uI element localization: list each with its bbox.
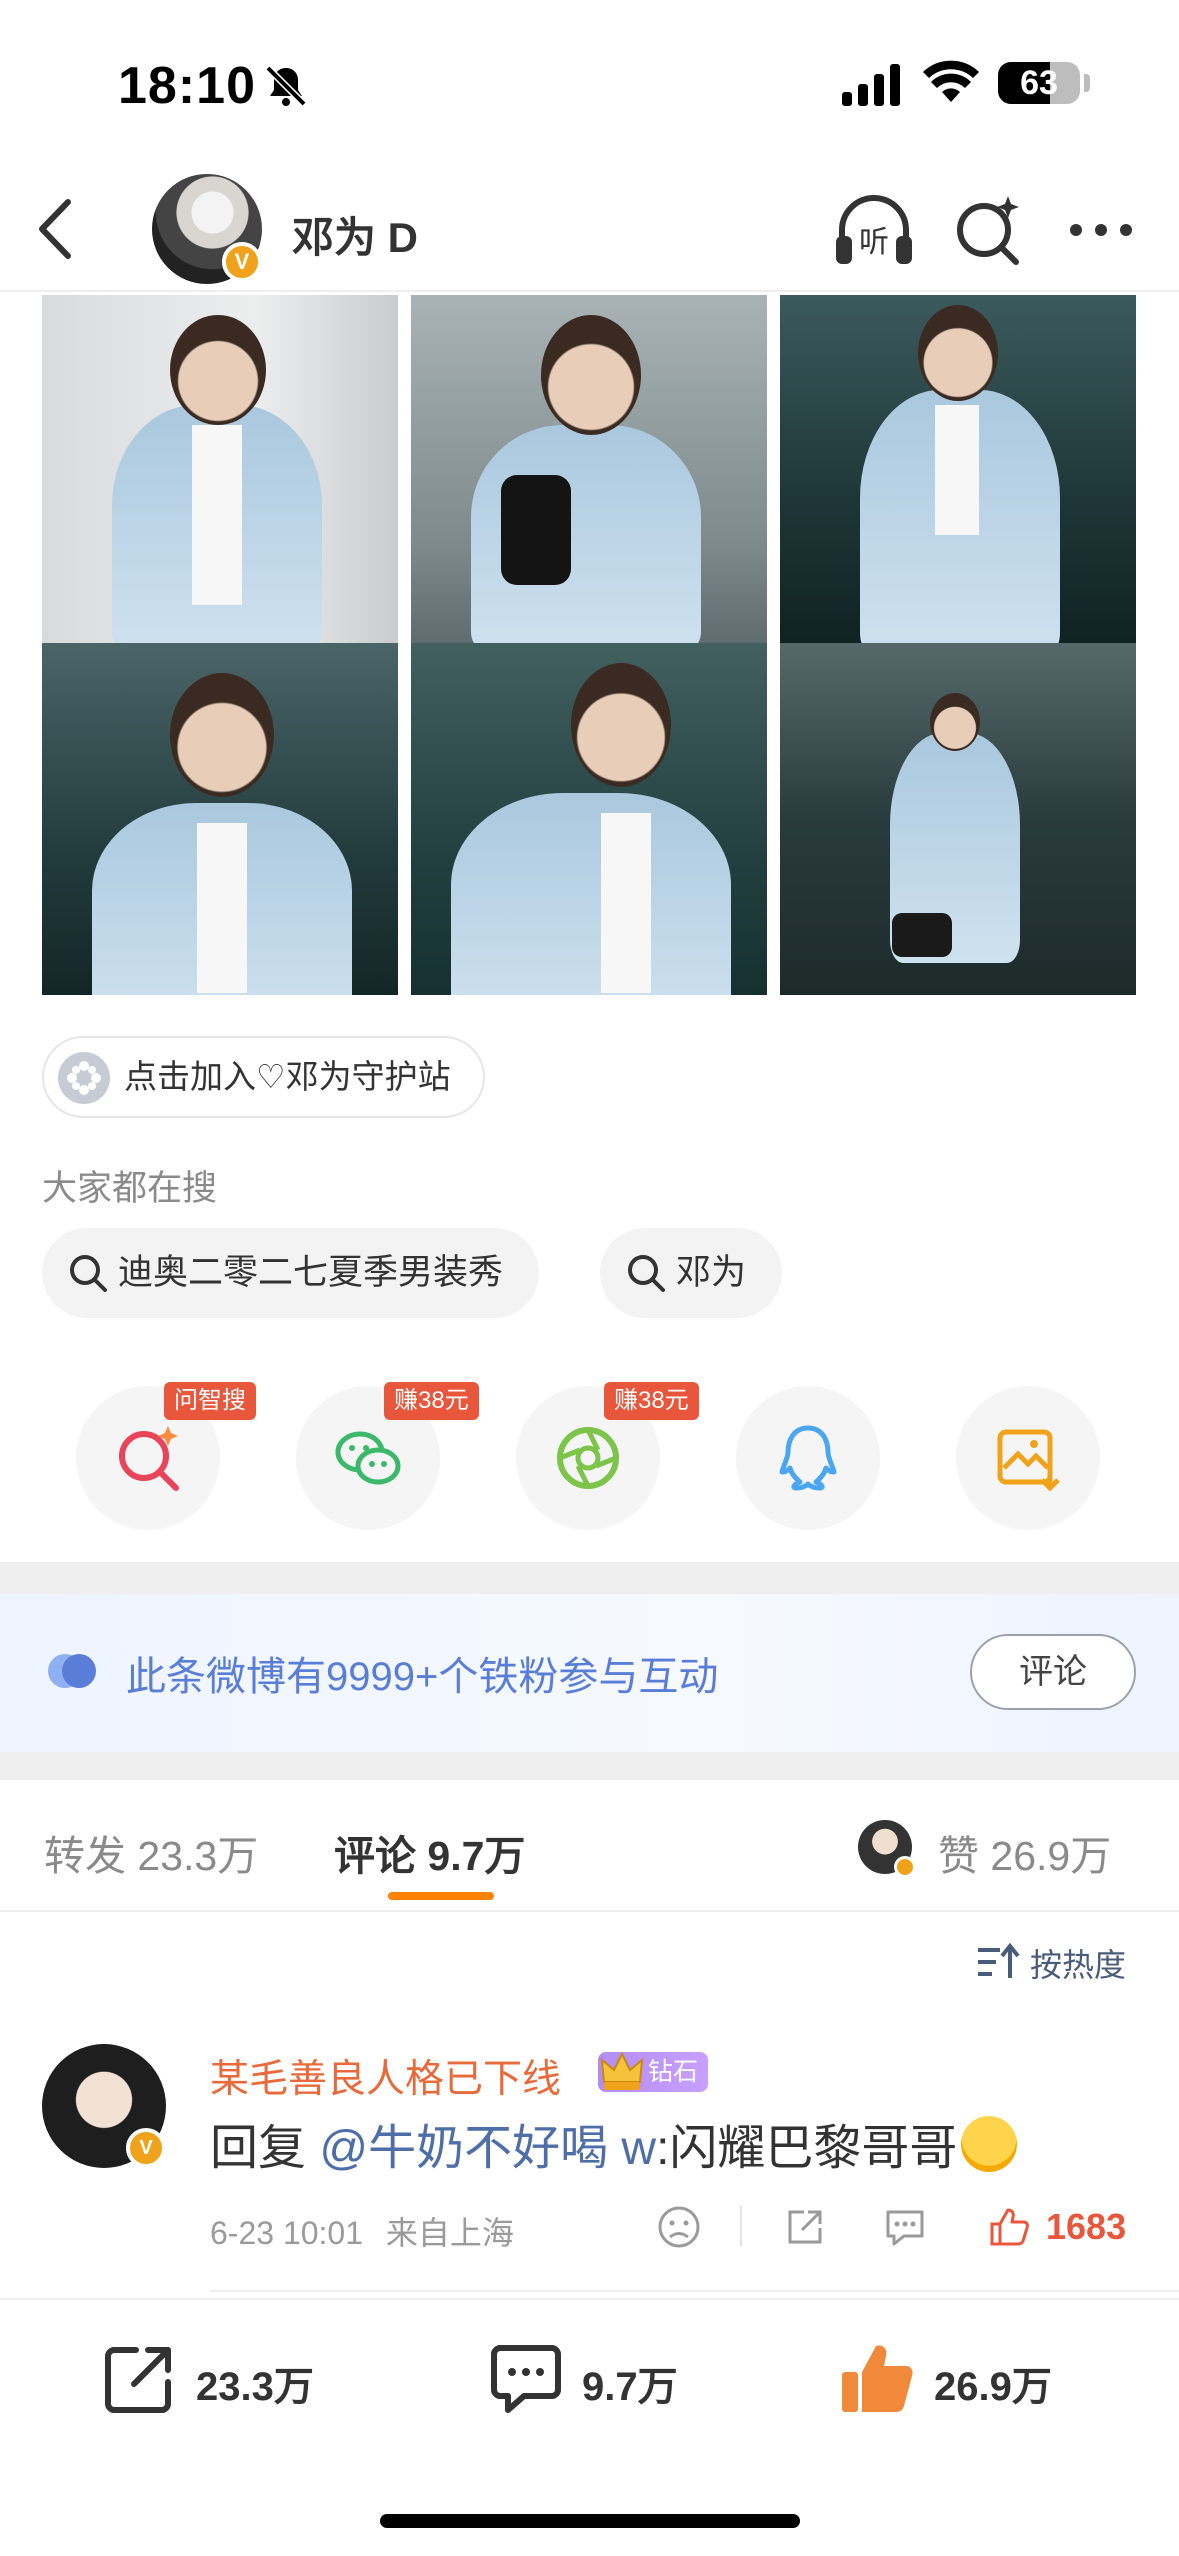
author-name[interactable]: 邓为 D (292, 204, 418, 265)
comment-count: 9.7万 (582, 2365, 678, 2409)
post-photo-6[interactable] (780, 643, 1136, 995)
moments-icon (557, 1427, 619, 1489)
wechat-icon (335, 1431, 401, 1485)
post-photo-1[interactable] (42, 295, 398, 647)
post-header: V 邓为 D 听 (0, 170, 1179, 290)
trending-search-chip-2[interactable]: 邓为 (600, 1228, 783, 1318)
listen-headphones-icon[interactable]: 听 (832, 190, 916, 270)
trending-search-label: 迪奥二零二七夏季男装秀 (118, 1253, 504, 1292)
comment-reply-prefix: 回复 (210, 2122, 307, 2175)
trending-search-label: 邓为 (676, 1253, 747, 1292)
section-separator (0, 1752, 1179, 1780)
svg-text:听: 听 (859, 225, 889, 260)
dislike-face-icon[interactable] (656, 2204, 702, 2250)
tab-repost[interactable]: 转发 23.3万 (44, 1822, 258, 1882)
repost-count: 23.3万 (196, 2365, 314, 2409)
share-qq-button[interactable] (736, 1386, 880, 1530)
sort-icon (978, 1942, 1020, 1978)
comment-action-divider (740, 2206, 742, 2246)
tabs-divider (0, 1910, 1179, 1912)
home-indicator (380, 2514, 800, 2528)
search-icon[interactable] (952, 192, 1024, 268)
commenter-avatar[interactable]: V (42, 2044, 166, 2168)
search-icon (70, 1255, 107, 1292)
supertopic-join-chip[interactable]: 点击加入♡邓为守护站 (42, 1036, 485, 1118)
commenter-username[interactable]: 某毛善良人格已下线 (210, 2048, 561, 2104)
comment-mention-link[interactable]: @牛奶不好喝 w (319, 2122, 656, 2175)
back-arrow-icon[interactable] (30, 194, 80, 264)
fans-comment-button[interactable]: 评论 (970, 1634, 1136, 1710)
search-icon (628, 1255, 665, 1292)
active-tab-indicator (388, 1892, 494, 1900)
thumbs-up-icon (842, 2345, 913, 2412)
post-photo-5[interactable] (411, 643, 767, 995)
post-photo-2[interactable] (411, 295, 767, 647)
comment-share-icon[interactable] (782, 2204, 828, 2250)
tab-like[interactable]: 赞 26.9万 (938, 1822, 1111, 1882)
post-photo-3[interactable] (780, 295, 1136, 647)
post-photo-4[interactable] (42, 643, 398, 995)
tab-comment[interactable]: 评论 9.7万 (334, 1822, 525, 1882)
diamond-member-badge: 钻石 (598, 2051, 709, 2092)
liker-avatar (858, 1820, 916, 1878)
battery-indicator: 63 (998, 62, 1080, 104)
crown-icon (600, 2051, 644, 2090)
laughing-emoji-icon (961, 2116, 1018, 2172)
engagement-tabs: 转发 23.3万 评论 9.7万 赞 26.9万 (0, 1780, 1179, 1910)
sort-label: 按热度 (1030, 1947, 1127, 1983)
verified-badge-icon (894, 1856, 916, 1878)
fans-interaction-icon (48, 1654, 96, 1688)
save-image-icon (997, 1429, 1060, 1492)
battery-cap (1084, 74, 1090, 92)
ai-search-icon (119, 1426, 179, 1491)
comment-like-icon[interactable] (986, 2204, 1032, 2250)
qq-icon (779, 1425, 837, 1491)
comment-reply-icon[interactable] (882, 2204, 928, 2250)
verified-badge-icon: V (126, 2128, 166, 2168)
comment-location: 来自上海 (385, 2215, 514, 2251)
header-divider (0, 290, 1179, 292)
status-bar: 18:10 63 (0, 0, 1179, 170)
comment-meta: 6-23 10:01 来自上海 (210, 2208, 514, 2254)
sort-by-popularity-button[interactable]: 按热度 (976, 1940, 1126, 1986)
wifi-icon (923, 60, 979, 102)
comment-text: 回复 @牛奶不好喝 w:闪耀巴黎哥哥 (210, 2108, 1018, 2178)
diamond-badge-label: 钻石 (648, 2058, 699, 2086)
share-badge-ai-search: 问智搜 (164, 1382, 256, 1420)
comment-like-count: 1683 (1046, 2206, 1127, 2247)
comment-divider (210, 2290, 1179, 2292)
iron-fans-text: 此条微博有9999+个铁粉参与互动 (126, 1655, 719, 1699)
trending-search-chip-1[interactable]: 迪奥二零二七夏季男装秀 (42, 1228, 540, 1318)
trending-label: 大家都在搜 (42, 1169, 218, 1208)
supertopic-label: 点击加入♡邓为守护站 (124, 1058, 451, 1095)
comment-time: 6-23 10:01 (210, 2215, 364, 2251)
repost-share-icon (105, 2347, 171, 2413)
cellular-signal-icon (842, 64, 900, 106)
bell-muted-icon (265, 65, 307, 107)
like-count: 26.9万 (934, 2365, 1052, 2409)
comment-reply-body: :闪耀巴黎哥哥 (656, 2122, 958, 2175)
iron-fans-banner: 此条微博有9999+个铁粉参与互动 评论 (0, 1594, 1179, 1752)
section-separator (0, 1562, 1179, 1594)
status-time: 18:10 (118, 57, 256, 115)
supertopic-icon (58, 1052, 110, 1104)
author-avatar[interactable]: V (152, 174, 262, 284)
share-badge-reward: 赚38元 (384, 1382, 479, 1420)
share-save-image-button[interactable] (956, 1386, 1100, 1530)
share-badge-reward: 赚38元 (604, 1382, 699, 1420)
battery-level-text: 63 (1020, 64, 1058, 102)
verified-badge-icon: V (222, 242, 262, 282)
more-options-icon[interactable] (1066, 220, 1136, 240)
comment-bubble-icon (491, 2345, 561, 2413)
